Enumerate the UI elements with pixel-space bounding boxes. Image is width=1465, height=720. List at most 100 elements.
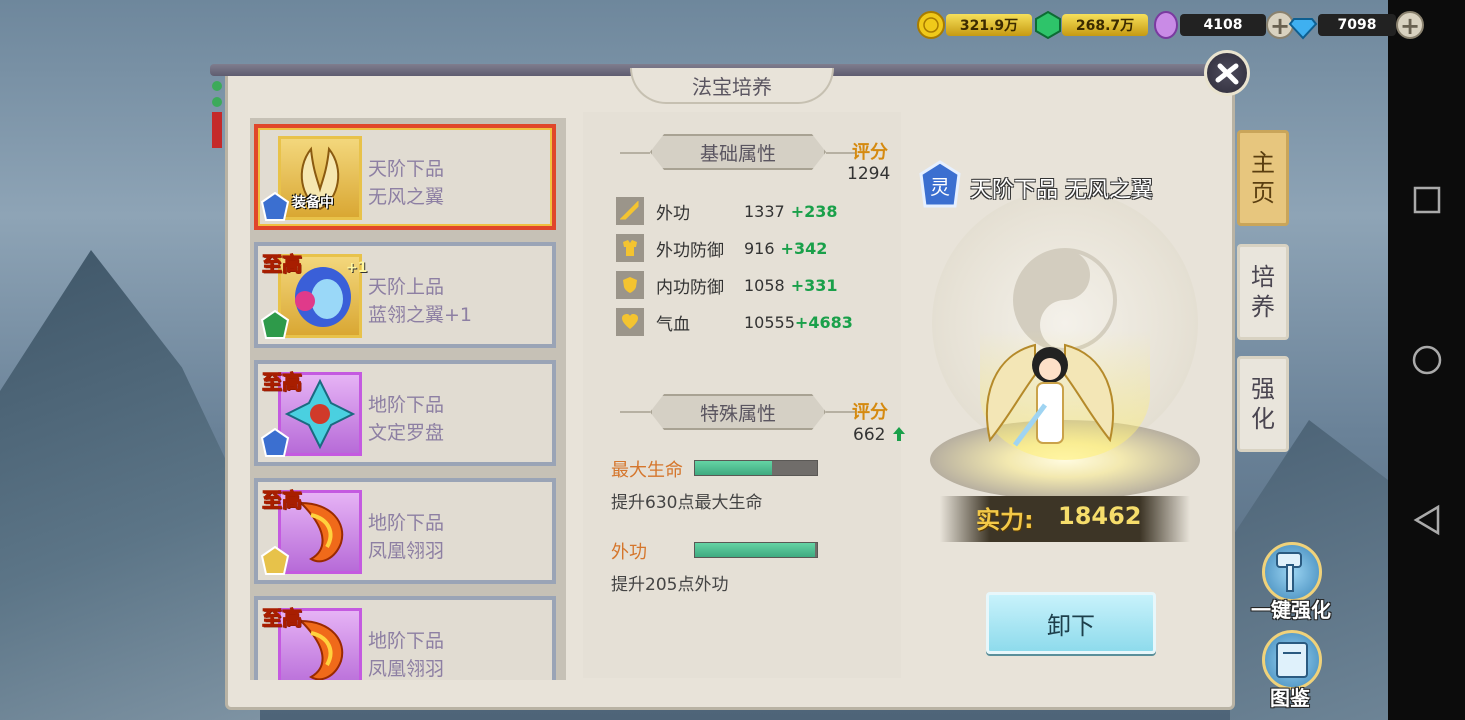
stat-name: 外功防御 [656,240,724,261]
special-score-label: 评分 [852,402,888,423]
panel-title: 法宝培养 [630,68,834,104]
codex-button[interactable] [1262,630,1322,690]
stat-bonus: +342 [780,238,828,258]
item-tier: 地阶下品 [368,512,445,534]
tab-label: 养 [1251,293,1275,321]
tab-label: 页 [1251,179,1275,207]
item-name: 凤凰翎羽 [368,658,445,680]
diamond-amount: 7098 [1318,14,1396,36]
green-gem-icon [1035,10,1061,40]
item-name: 凤凰翎羽 [368,540,445,562]
one-click-enhance-button[interactable] [1262,542,1322,602]
purple-crystal-amount: 4108 [1180,14,1266,36]
divider [620,411,650,413]
special-score-value: 662 [853,425,886,445]
book-icon [1276,642,1308,678]
diamond-icon [1288,18,1318,40]
close-button[interactable] [1204,50,1250,96]
item-tier: 天阶下品 [368,158,445,180]
basic-score-label: 评分 [852,142,888,163]
stat-row: 内功防御 1058 +331 [616,270,838,300]
currency-diamond: 7098 + [1288,10,1424,40]
svg-text:灵: 灵 [930,175,950,199]
stat-name: 内功防御 [656,277,724,298]
tab-cultivate[interactable]: 培 养 [1237,244,1289,340]
divider [620,152,650,154]
tab-home[interactable]: 主 页 [1237,130,1289,226]
item-tier: 地阶下品 [368,630,445,652]
arrow-up-icon [893,427,905,441]
stat-value: 10555 [744,312,795,332]
spirit-badge-icon [260,428,290,457]
stat-name: 气血 [656,314,690,335]
tab-label: 培 [1251,263,1275,291]
one-click-enhance-label[interactable]: 一键强化 [1251,594,1331,623]
special-attr-name: 外功 [611,542,647,563]
stat-bonus: +4683 [794,312,853,332]
supreme-tag: 至高 [262,488,303,513]
mountain-left [0,250,260,720]
special-attr-desc: 提升630点最大生命 [611,493,763,513]
currency-gold: 321.9万 [916,10,1032,40]
stat-row: 外功防御 916 +342 [616,233,827,263]
currency-purple: 4108 + [1152,10,1294,40]
tab-enhance[interactable]: 强 化 [1237,356,1289,452]
item-tier: 地阶下品 [368,394,445,416]
special-attr-name: 最大生命 [611,460,683,481]
tab-label: 主 [1251,149,1275,177]
treasure-card[interactable]: 装备中 天阶下品 无风之翼 [254,124,556,230]
purple-crystal-icon [1154,11,1178,39]
stat-name: 外功 [656,203,690,224]
divine-badge-icon [260,546,290,575]
gold-coin-icon [917,11,945,39]
treasure-list[interactable]: 装备中 天阶下品 无风之翼 至高 +1 天阶上品 蓝翎之翼+1 至高 地阶下品 … [250,118,566,680]
supreme-tag: 至高 [262,252,303,277]
demon-badge-icon [260,310,290,339]
armor-icon [616,234,644,262]
special-attr-progress [694,460,818,476]
heart-icon [616,308,644,336]
currency-green: 268.7万 [1034,10,1148,40]
treasure-card[interactable]: 至高 地阶下品 凤凰翎羽 [254,596,556,680]
equipped-label: 装备中 [292,195,334,211]
add-diamond-button[interactable]: + [1396,11,1424,39]
treasure-card[interactable]: 至高 地阶下品 文定罗盘 [254,360,556,466]
stat-bonus: +238 [790,201,838,221]
sword-icon [616,197,644,225]
treasure-card[interactable]: 至高 +1 天阶上品 蓝翎之翼+1 [254,242,556,348]
unequip-button[interactable]: 卸下 [986,592,1156,654]
power-label: 实力: [976,506,1034,534]
basic-attributes-header: 基础属性 [650,134,826,170]
gold-amount: 321.9万 [946,14,1032,36]
codex-label[interactable]: 图鉴 [1270,682,1310,711]
item-name: 无风之翼 [368,186,445,208]
item-name: 文定罗盘 [368,422,445,444]
basic-score-value: 1294 [847,164,891,184]
tassel-decoration [212,81,222,148]
home-icon[interactable] [1410,343,1444,377]
tab-label: 化 [1251,405,1275,433]
hammer-icon [1276,552,1302,592]
stat-value: 1337 [744,201,785,221]
system-nav-bar [1388,0,1465,720]
spirit-badge-icon: 灵 [919,160,961,208]
shield-icon [616,271,644,299]
supreme-tag: 至高 [262,606,303,631]
close-icon [1215,63,1239,85]
item-tier: 天阶上品 [368,276,445,298]
special-attributes-header: 特殊属性 [650,394,826,430]
tab-label: 强 [1251,375,1275,403]
character-sprite [986,343,1114,447]
back-icon[interactable] [1410,503,1444,537]
treasure-title: 天阶下品 无风之翼 [970,178,1153,203]
recent-apps-icon[interactable] [1410,183,1444,217]
spirit-badge-icon [260,192,290,221]
supreme-tag: 至高 [262,370,303,395]
stat-value: 916 [744,238,775,258]
stat-row: 气血 10555 +4683 [616,307,853,337]
green-gem-amount: 268.7万 [1062,14,1148,36]
item-name: 蓝翎之翼+1 [368,304,473,326]
level-label: +1 [346,260,368,276]
treasure-card[interactable]: 至高 地阶下品 凤凰翎羽 [254,478,556,584]
stat-value: 1058 [744,275,785,295]
